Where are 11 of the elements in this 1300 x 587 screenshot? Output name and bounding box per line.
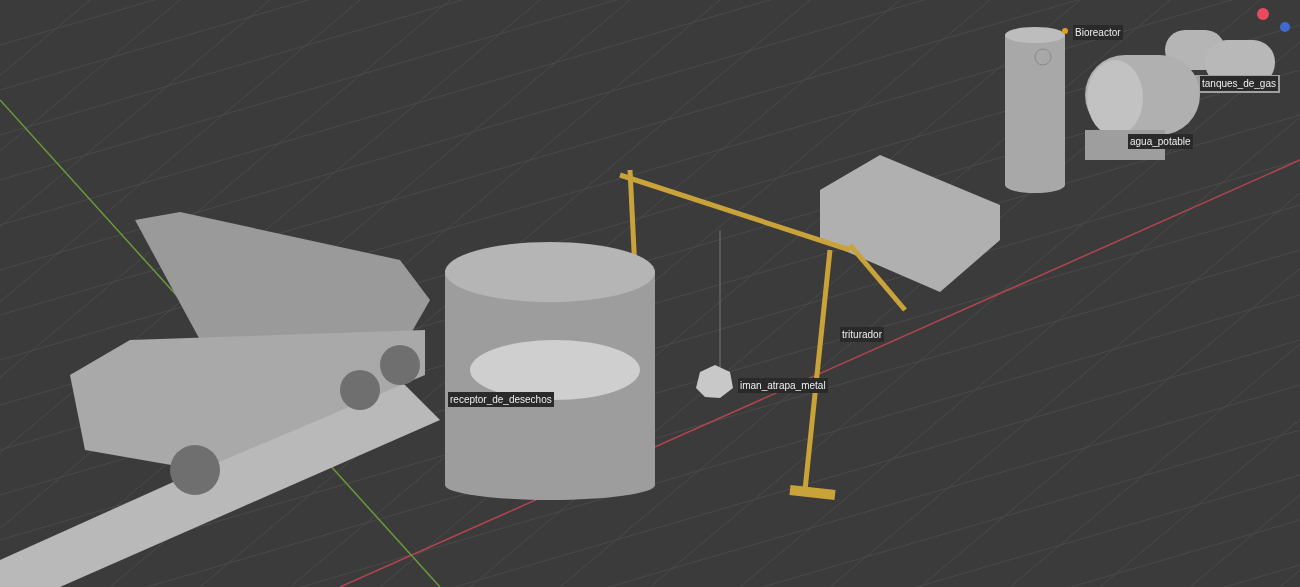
object-label: triturador	[840, 327, 884, 342]
gizmo-z-icon[interactable]	[1280, 22, 1290, 32]
object-label: receptor_de_desechos	[448, 392, 554, 407]
object-label: tanques_de_gas	[1200, 76, 1278, 91]
gizmo-x-icon[interactable]	[1257, 8, 1269, 20]
object-label: agua_potable	[1128, 134, 1193, 149]
object-label: Bioreactor	[1073, 25, 1123, 40]
object-label: iman_atrapa_metal	[738, 378, 828, 393]
origin-marker-icon	[1062, 28, 1068, 34]
3d-viewport[interactable]: Bioreactor tanques_de_gas agua_potable triturador iman_atrapa_metal receptor_de_desechos	[0, 0, 1300, 587]
magnet-disc-drawing	[696, 365, 733, 398]
